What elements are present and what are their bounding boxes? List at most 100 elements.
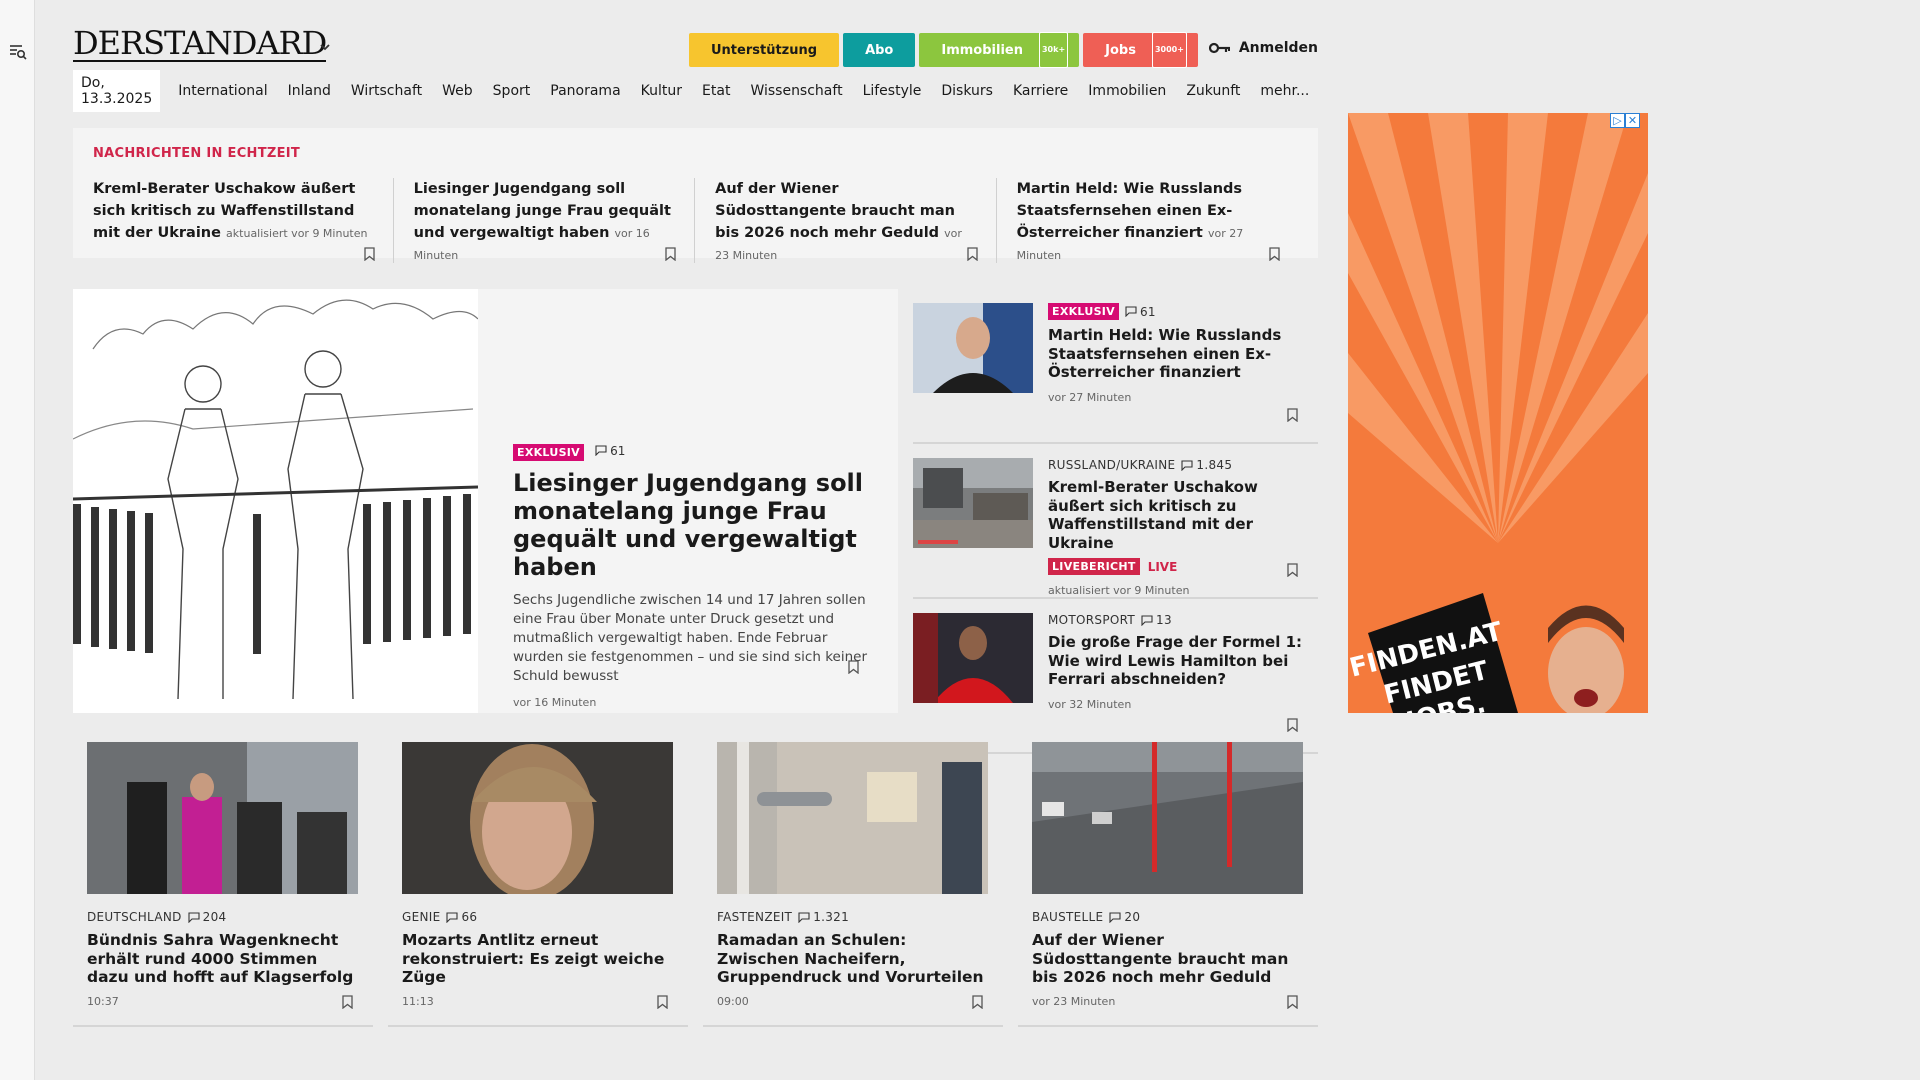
side-story[interactable]: RUSSLAND/UKRAINE 1.845 Kreml-Berater Usc… [913,444,1318,599]
side-story[interactable]: MOTORSPORT 13 Die große Frage der Formel… [913,599,1318,754]
comment-count[interactable]: 1.845 [1181,458,1232,472]
nav-item-wissenschaft[interactable]: Wissenschaft [740,83,852,99]
story-time: 09:00 [717,994,749,1008]
comment-count[interactable]: 1.321 [798,910,849,924]
ad-controls: ▷ ✕ [1610,113,1640,128]
story-time: vor 23 Minuten [1032,994,1116,1008]
nav-item-inland[interactable]: Inland [278,83,341,99]
story-photo[interactable] [717,742,988,894]
bookmark-icon[interactable] [848,660,859,674]
comment-icon [1109,911,1121,923]
bookmark-icon[interactable] [972,995,983,1009]
login-button[interactable]: Anmelden [1208,40,1318,56]
story-kicker: DEUTSCHLAND [87,910,182,924]
lead-story[interactable]: EXKLUSIV 61 Liesinger Jugendgang soll mo… [73,289,898,713]
comment-count[interactable]: 66 [446,910,477,924]
menu-search-icon[interactable] [9,43,27,61]
story-title[interactable]: Ramadan an Schulen: Zwischen Nacheifern,… [717,931,989,987]
nav-item-international[interactable]: International [168,83,277,99]
story-photo[interactable] [1032,742,1303,894]
story-card[interactable]: DEUTSCHLAND 204 Bündnis Sahra Wagenknech… [73,742,373,1027]
comment-count[interactable]: 20 [1109,910,1140,924]
story-kicker: BAUSTELLE [1032,910,1104,924]
ticker-item[interactable]: Auf der Wiener Südosttangente braucht ma… [695,178,997,263]
side-stories: EXKLUSIV 61 Martin Held: Wie Russlands S… [913,289,1318,754]
jobs-button[interactable]: Jobs 3000+ [1083,32,1198,68]
comment-count[interactable]: 13 [1141,613,1172,627]
support-button[interactable]: Unterstützung [689,33,840,67]
story-thumbnail[interactable] [913,458,1033,548]
story-photo[interactable] [87,742,358,894]
bookmark-icon[interactable] [1287,995,1298,1009]
nav-item-karriere[interactable]: Karriere [1003,83,1078,99]
ticker-item[interactable]: Liesinger Jugendgang soll monatelang jun… [394,178,696,263]
nav-item-more[interactable]: mehr... [1250,83,1319,99]
bookmark-icon[interactable] [1269,247,1280,261]
logo[interactable]: DERSTANDARD [73,27,327,62]
story-card[interactable]: GENIE 66 Mozarts Antlitz erneut rekonstr… [388,742,688,1027]
bookmark-icon[interactable] [1287,408,1298,422]
comment-icon [188,911,200,923]
nav-item-sport[interactable]: Sport [483,83,541,99]
comment-count[interactable]: 61 [1125,305,1156,319]
realtime-ticker: NACHRICHTEN IN ECHTZEIT Kreml-Berater Us… [73,128,1318,263]
bookmark-icon[interactable] [966,247,978,261]
current-date: Do, 13.3.2025 [73,70,161,112]
story-time: 11:13 [402,994,434,1008]
ticker-time: aktualisiert vor 9 Minuten [226,227,368,240]
story-title[interactable]: Kreml-Berater Uschakow äußert sich kriti… [1048,478,1308,552]
story-time: vor 32 Minuten [1048,697,1132,711]
lead-title[interactable]: Liesinger Jugendgang soll monatelang jun… [513,469,868,581]
nav-item-immobilien[interactable]: Immobilien [1078,83,1176,99]
comment-count-value: 204 [202,910,227,924]
story-title[interactable]: Die große Frage der Formel 1: Wie wird L… [1048,633,1308,689]
abo-button[interactable]: Abo [843,33,916,67]
story-title[interactable]: Auf der Wiener Südosttangente braucht ma… [1032,931,1304,987]
lead-time: vor 16 Minuten [513,696,597,709]
nav-item-panorama[interactable]: Panorama [540,83,630,99]
comment-icon [1181,459,1193,471]
comment-icon [798,911,810,923]
lead-illustration[interactable] [73,289,478,713]
immobilien-label: Immobilien [941,42,1023,58]
jobs-count-badge: 3000+ [1151,32,1187,68]
bookmark-icon[interactable] [1287,563,1298,577]
story-photo[interactable] [402,742,673,894]
bookmark-icon[interactable] [364,247,375,261]
nav-item-web[interactable]: Web [432,83,483,99]
story-title[interactable]: Martin Held: Wie Russlands Staatsfernseh… [1048,326,1308,382]
ticker-item[interactable]: Martin Held: Wie Russlands Staatsfernseh… [997,178,1298,263]
story-kicker: FASTENZEIT [717,910,793,924]
story-thumbnail[interactable] [913,303,1033,393]
story-title[interactable]: Mozarts Antlitz erneut rekonstruiert: Es… [402,931,674,987]
nav-item-diskurs[interactable]: Diskurs [931,83,1003,99]
bookmark-icon[interactable] [1287,718,1298,732]
advertisement[interactable]: FINDEN.AT FINDET JOBS. ▷ ✕ [1348,113,1648,713]
comment-count[interactable]: 204 [188,910,227,924]
story-thumbnail[interactable] [913,613,1033,703]
story-title[interactable]: Bündnis Sahra Wagenknecht erhält rund 40… [87,931,359,987]
ad-info-icon[interactable]: ▷ [1610,113,1625,128]
nav-item-lifestyle[interactable]: Lifestyle [853,83,932,99]
bookmark-icon[interactable] [657,995,668,1009]
key-icon [1208,42,1230,54]
immobilien-button[interactable]: Immobilien 30k+ [919,32,1080,68]
side-story[interactable]: EXKLUSIV 61 Martin Held: Wie Russlands S… [913,289,1318,444]
ticker-item[interactable]: Kreml-Berater Uschakow äußert sich kriti… [93,178,394,263]
nav-item-kultur[interactable]: Kultur [631,83,692,99]
main-nav: Do, 13.3.2025 International Inland Wirts… [73,70,1319,112]
comment-count[interactable]: 61 [595,444,625,458]
bookmark-icon[interactable] [342,995,353,1009]
nav-item-zukunft[interactable]: Zukunft [1176,83,1250,99]
nav-item-etat[interactable]: Etat [692,83,740,99]
story-card[interactable]: FASTENZEIT 1.321 Ramadan an Schulen: Zwi… [703,742,1003,1027]
immobilien-count-badge: 30k+ [1038,32,1069,68]
bookmark-icon[interactable] [665,247,676,261]
support-label: Unterstützung [711,42,818,58]
live-report-badge: LIVEBERICHT [1048,558,1140,575]
close-icon[interactable]: ✕ [1625,113,1640,128]
nav-item-wirtschaft[interactable]: Wirtschaft [341,83,432,99]
story-card[interactable]: BAUSTELLE 20 Auf der Wiener Südosttangen… [1018,742,1318,1027]
lead-teaser: Sechs Jugendliche zwischen 14 und 17 Jah… [513,592,867,684]
chevron-down-icon[interactable] [319,42,331,52]
